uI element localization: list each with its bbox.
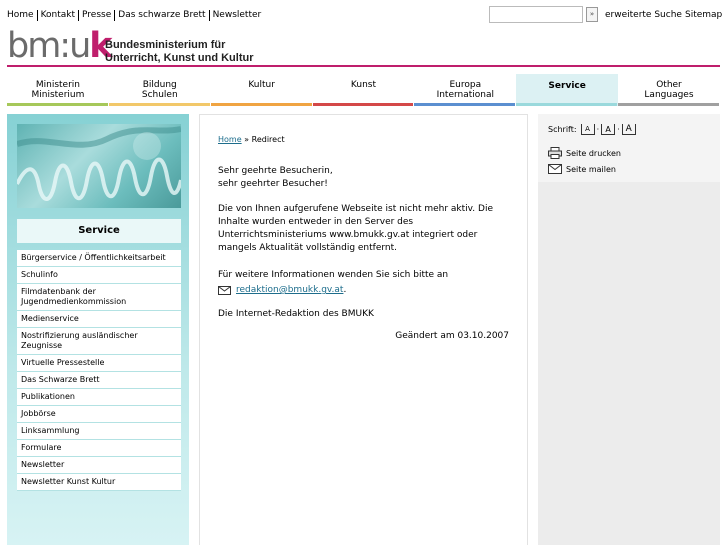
main-navigation: Ministerin Ministerium Bildung Schulen Kultu… xyxy=(7,74,720,106)
top-link-kontakt[interactable]: Kontakt xyxy=(36,10,78,21)
nav-tab-1[interactable]: Bildung Schulen xyxy=(108,74,211,106)
nav-tab-color-bar xyxy=(108,103,210,106)
font-size-medium-button[interactable]: A xyxy=(601,124,616,135)
printer-icon xyxy=(548,147,562,159)
nav-tab-label: Bildung xyxy=(142,80,177,90)
envelope-icon xyxy=(548,164,562,174)
top-link-home[interactable]: Home xyxy=(7,10,37,21)
service-menu-item[interactable]: Filmdatenbank der Jugendmedienkommission xyxy=(17,284,181,311)
service-image xyxy=(17,124,181,208)
service-menu-item[interactable]: Schulinfo xyxy=(17,267,181,284)
service-menu-item[interactable]: Bürgerservice / Öffentlichkeitsarbeit xyxy=(17,250,181,267)
logo-line-2: Unterricht, Kunst und Kultur xyxy=(105,52,254,64)
service-menu-item[interactable]: Jobbörse xyxy=(17,406,181,423)
service-menu-item[interactable]: Medienservice xyxy=(17,311,181,328)
nav-tab-sublabel: Ministerium xyxy=(31,90,85,100)
envelope-icon xyxy=(218,286,231,295)
logo-line-1: Bundesministerium für xyxy=(105,39,226,51)
font-size-medium-glyph: A xyxy=(605,125,611,134)
nav-tab-label: Kunst xyxy=(350,80,376,90)
service-menu-item[interactable]: Newsletter xyxy=(17,457,181,474)
nav-tab-6[interactable]: Other Languages xyxy=(618,74,720,106)
contact-email-row: redaktion@bmukk.gv.at. xyxy=(218,284,346,297)
font-size-large-button[interactable]: A xyxy=(621,124,636,135)
font-size-separator: · xyxy=(596,125,600,134)
service-menu-item[interactable]: Nostrifizierung ausländischer Zeugnisse xyxy=(17,328,181,355)
header-divider xyxy=(7,65,720,67)
nav-tab-2[interactable]: Kultur xyxy=(210,74,313,106)
nav-tab-label: Kultur xyxy=(248,80,275,90)
logo-text: Bundesministerium für Unterricht, Kunst … xyxy=(105,39,254,65)
nav-tab-color-bar xyxy=(618,103,719,106)
sitemap-link[interactable]: Sitemap xyxy=(685,10,722,20)
nav-tab-label: Europa xyxy=(449,80,482,90)
nav-tab-label: Other xyxy=(656,80,682,90)
breadcrumb-home[interactable]: Home xyxy=(218,135,242,144)
nav-tab-sublabel: Languages xyxy=(644,90,694,100)
top-link-newsletter[interactable]: Newsletter xyxy=(208,10,265,21)
nav-tab-5[interactable]: Service xyxy=(516,74,619,106)
last-changed: Geändert am 03.10.2007 xyxy=(395,331,509,341)
nav-tab-color-bar xyxy=(312,103,414,106)
logo-mark-main: bm:u xyxy=(7,26,91,66)
nav-tab-color-bar xyxy=(516,103,618,106)
breadcrumb-current: Redirect xyxy=(251,135,285,144)
print-page-link[interactable]: Seite drucken xyxy=(548,147,621,159)
mail-page-label: Seite mailen xyxy=(566,164,616,174)
font-size-small-button[interactable]: A xyxy=(580,124,595,135)
font-size-separator: · xyxy=(617,125,620,134)
nav-tab-sublabel: Schulen xyxy=(141,90,178,100)
service-menu: Bürgerservice / Öffentlichkeitsarbeit Sch… xyxy=(17,250,181,491)
left-sidebar: Service Bürgerservice / Öffentlichkeitsa… xyxy=(7,114,189,545)
nav-tab-3[interactable]: Kunst xyxy=(312,74,415,106)
page-tools: Schrift: A · A · A Seite drucken Seite m… xyxy=(538,114,720,182)
nav-tab-label: Ministerin xyxy=(35,80,80,90)
service-menu-item[interactable]: Newsletter Kunst Kultur xyxy=(17,474,181,491)
service-menu-item[interactable]: Virtuelle Pressestelle xyxy=(17,355,181,372)
signature: Die Internet-Redaktion des BMUKK xyxy=(218,309,374,319)
advanced-search-link[interactable]: erweiterte Suche xyxy=(605,10,682,20)
main-content: Home » Redirect Sehr geehrte Besucherin,… xyxy=(199,114,528,545)
top-link-schwarzes-brett[interactable]: Das schwarze Brett xyxy=(114,10,208,21)
nav-tab-color-bar xyxy=(210,103,312,106)
nav-tab-color-bar xyxy=(414,103,516,106)
logo-mark: bm:uk xyxy=(7,26,113,66)
greeting-line-1: Sehr geehrte Besucherin, xyxy=(218,166,333,176)
greeting: Sehr geehrte Besucherin, sehr geehrter B… xyxy=(218,165,518,191)
redirect-message: Die von Ihnen aufgerufene Webseite ist n… xyxy=(218,204,493,253)
breadcrumb: Home » Redirect xyxy=(218,135,285,144)
nav-tab-sublabel: International xyxy=(436,90,495,100)
breadcrumb-separator: » xyxy=(244,135,250,144)
contact-email-link[interactable]: redaktion@bmukk.gv.at xyxy=(236,284,343,297)
font-size-large-glyph: A xyxy=(625,124,632,134)
email-suffix: . xyxy=(343,285,347,295)
font-size-small-glyph: A xyxy=(585,125,590,133)
service-heading: Service xyxy=(17,219,181,243)
service-menu-item[interactable]: Linksammlung xyxy=(17,423,181,440)
print-page-label: Seite drucken xyxy=(566,148,621,158)
nav-tab-label: Service xyxy=(548,81,586,91)
nav-tab-4[interactable]: Europa International xyxy=(414,74,516,106)
info-text: Für weitere Informationen wenden Sie sic… xyxy=(218,270,449,280)
font-size-controls: Schrift: A · A · A xyxy=(548,124,638,135)
search-input[interactable] xyxy=(489,6,583,23)
service-menu-item[interactable]: Publikationen xyxy=(17,389,181,406)
nav-tab-0[interactable]: Ministerin Ministerium xyxy=(7,74,109,106)
service-menu-item[interactable]: Das Schwarze Brett xyxy=(17,372,181,389)
top-link-presse[interactable]: Presse xyxy=(78,10,114,21)
top-navigation: Home Kontakt Presse Das schwarze Brett N… xyxy=(7,10,264,21)
search-button[interactable]: » xyxy=(586,7,598,22)
right-sidebar: Schrift: A · A · A Seite drucken Seite m… xyxy=(538,114,720,545)
font-size-label: Schrift: xyxy=(548,125,577,134)
service-menu-item[interactable]: Formulare xyxy=(17,440,181,457)
greeting-line-2: sehr geehrter Besucher! xyxy=(218,179,328,189)
mail-page-link[interactable]: Seite mailen xyxy=(548,164,616,174)
nav-tab-color-bar xyxy=(7,103,108,106)
